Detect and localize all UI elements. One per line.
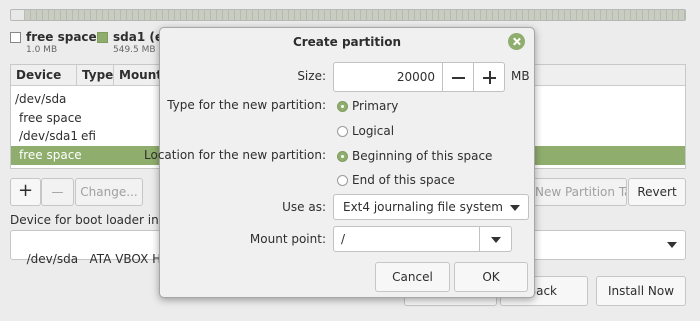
disk-segment-sda1	[25, 10, 685, 20]
change-partition-button[interactable]: Change...	[75, 178, 143, 206]
use-as-select[interactable]: Ext4 journaling file system	[333, 194, 529, 220]
radio-dot	[337, 100, 348, 112]
radio-label: Logical	[352, 124, 395, 138]
radio-dot	[337, 174, 348, 186]
disk-segment-free-space	[11, 10, 25, 20]
radio-primary[interactable]: Primary	[337, 99, 398, 113]
cell-device: free space	[19, 148, 82, 162]
type-label: Type for the new partition:	[167, 98, 326, 112]
column-header-device[interactable]: Device	[11, 65, 77, 85]
boot-loader-label: Device for boot loader installation:	[10, 213, 160, 227]
mount-point-dropdown-button[interactable]	[479, 226, 512, 252]
chevron-down-icon	[491, 237, 501, 243]
remove-partition-button[interactable]: —	[41, 178, 74, 206]
minus-icon	[452, 77, 465, 79]
column-header-type[interactable]: Type	[77, 65, 114, 85]
cell-device: free space	[19, 111, 82, 125]
size-increase-button[interactable]	[473, 62, 505, 92]
chevron-down-icon	[510, 205, 520, 211]
radio-dot	[337, 150, 348, 162]
legend-name: free space	[26, 30, 97, 44]
mount-point-input[interactable]: /	[333, 226, 479, 252]
use-as-label: Use as:	[282, 200, 326, 214]
radio-label: End of this space	[352, 173, 455, 187]
radio-label: Beginning of this space	[352, 149, 493, 163]
size-label: Size:	[297, 69, 326, 83]
cell-device: /dev/sda	[15, 92, 67, 106]
dialog-title: Create partition	[292, 35, 402, 49]
size-input[interactable]: 20000	[333, 62, 443, 92]
ok-button[interactable]: OK	[454, 262, 528, 292]
new-partition-table-button[interactable]: New Partition Table...	[535, 178, 627, 206]
mount-point-label: Mount point:	[249, 232, 326, 246]
cancel-button[interactable]: Cancel	[375, 262, 450, 292]
radio-end[interactable]: End of this space	[337, 173, 455, 187]
radio-label: Primary	[352, 99, 399, 113]
size-unit: MB	[511, 69, 530, 83]
radio-logical[interactable]: Logical	[337, 124, 394, 138]
legend-swatch-free	[10, 32, 21, 43]
location-label: Location for the new partition:	[144, 148, 326, 162]
legend-free-space: free space 1.0 MB	[10, 30, 97, 55]
radio-dot	[337, 125, 348, 137]
install-now-button[interactable]: Install Now	[596, 276, 686, 306]
revert-button[interactable]: Revert	[628, 178, 686, 206]
legend-size: 1.0 MB	[26, 45, 58, 55]
close-icon[interactable]	[508, 33, 525, 50]
cell-type: efi	[81, 129, 96, 143]
add-partition-button[interactable]: +	[10, 178, 41, 206]
legend-swatch-sda1	[97, 32, 108, 43]
disk-usage-bar	[10, 9, 686, 21]
create-partition-dialog: Create partition Size: 20000 MB Type for…	[144, 27, 535, 298]
radio-beginning[interactable]: Beginning of this space	[337, 149, 492, 163]
size-decrease-button[interactable]	[442, 62, 474, 92]
cell-device: /dev/sda1	[19, 129, 79, 143]
chevron-down-icon	[667, 242, 677, 248]
use-as-value: Ext4 journaling file system	[343, 200, 503, 214]
